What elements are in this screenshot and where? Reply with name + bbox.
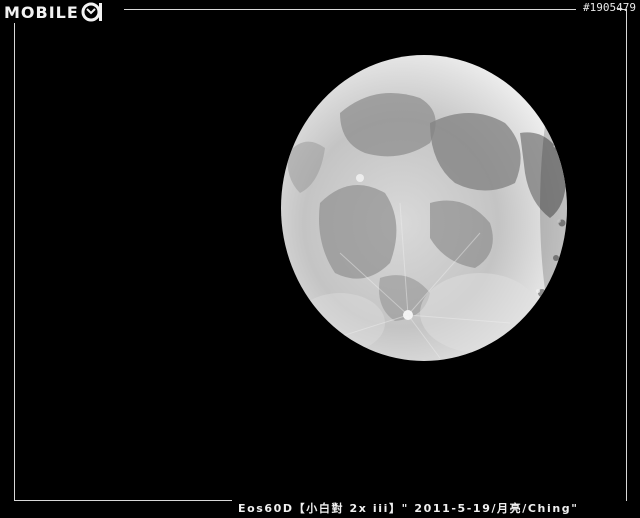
photo-frame: MOBILE #1905479 Eos60D【小白對 2x iii】" 2011… — [0, 0, 640, 518]
mobile01-01-logo-icon — [81, 2, 102, 22]
frame-left-line — [14, 23, 15, 501]
frame-right-line — [626, 9, 627, 501]
mobile01-logo: MOBILE — [4, 1, 103, 23]
photo-caption: Eos60D【小白對 2x iii】" 2011-5-19/月亮/Ching" — [238, 502, 579, 515]
logo-text: MOBILE — [4, 2, 79, 22]
frame-top-line — [124, 9, 576, 10]
moon-image — [281, 55, 567, 361]
photo-id: #1905479 — [583, 1, 636, 14]
frame-bottom-line — [14, 500, 232, 501]
